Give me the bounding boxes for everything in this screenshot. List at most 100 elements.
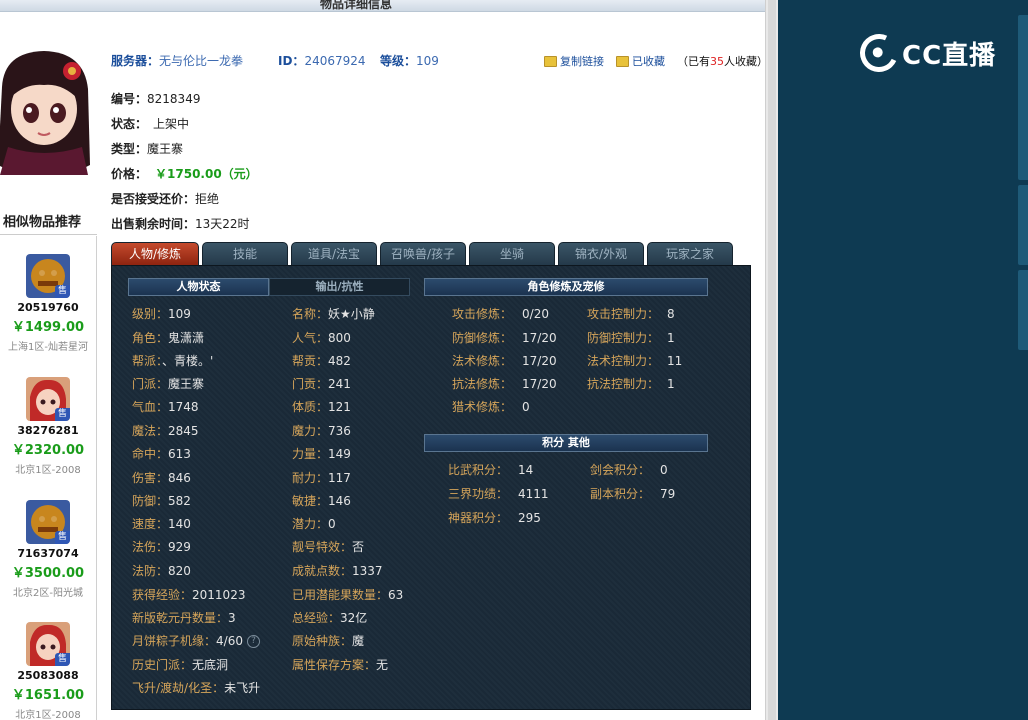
level-label: 等级： [380, 54, 417, 68]
favorite-button[interactable]: 已收藏 [616, 53, 665, 69]
similar-item-card[interactable]: 售 20519760 ￥1499.00 上海1区-灿若星河 [0, 254, 96, 353]
stream-overlay-panel: CC直播 [778, 0, 1028, 720]
stat-vanity-effect: 靓号特效：否 [292, 540, 365, 554]
stat-mooncake: 月饼粽子机缘：4/60? [132, 632, 260, 649]
cultivation-magic: 法术修炼： 17/20 [452, 354, 557, 368]
stat-attr-save: 属性保存方案：无 [292, 658, 389, 672]
type-row: 类型：魔王寨 [111, 142, 184, 156]
help-icon[interactable]: ? [246, 635, 260, 648]
type-value: 魔王寨 [147, 142, 184, 156]
section-header-status[interactable]: 人物状态 [128, 278, 269, 296]
stat-ascension: 飞升/渡劫/化圣：未飞升 [132, 681, 261, 695]
copy-link-button[interactable]: 复制链接 [544, 53, 604, 69]
cultivation-hunting: 猎术修炼： 0 [452, 400, 530, 414]
section-header-points: 积分 其他 [424, 434, 708, 452]
for-sale-badge: 售 [55, 653, 70, 666]
tab-home[interactable]: 玩家之家 [647, 242, 733, 266]
side-panel-tab[interactable] [1018, 185, 1028, 265]
stat-speed: 速度：140 [132, 517, 191, 531]
divider [96, 236, 97, 720]
item-thumbnail[interactable]: 售 [26, 500, 70, 544]
points-dungeon: 副本积分： 79 [590, 487, 676, 501]
tab-character[interactable]: 人物/修炼 [111, 242, 199, 266]
similar-item-price: ￥1651.00 [11, 688, 85, 703]
link-icon [544, 55, 557, 67]
stat-hit: 命中：613 [132, 447, 191, 461]
points-sword: 剑会积分： 0 [590, 463, 668, 477]
id-label: ID： [278, 54, 305, 68]
server-info: 服务器：无与伦比一龙拳 [111, 52, 243, 69]
server-label: 服务器： [111, 54, 160, 68]
control-defense: 防御控制力： 1 [587, 331, 675, 345]
control-magic: 法术控制力： 11 [587, 354, 683, 368]
points-pvp: 比武积分： 14 [448, 463, 534, 477]
stat-achievements: 成就点数：1337 [292, 564, 383, 578]
stat-potential: 潜力：0 [292, 517, 336, 531]
scrollbar-thumb[interactable] [768, 0, 776, 720]
similar-item-price: ￥3500.00 [11, 566, 85, 581]
stat-school-contrib: 门贡：241 [292, 377, 351, 391]
stat-school: 门派：魔王寨 [132, 377, 205, 391]
item-detail-page: 物品详细信息 相似物品推荐 售 20519760 ￥1499.00 上海1区-灿… [0, 0, 765, 720]
cc-live-logo: CC直播 [854, 28, 996, 78]
side-panel-tab[interactable] [1018, 270, 1028, 350]
for-sale-badge: 售 [55, 408, 70, 421]
cultivation-attack: 攻击修炼： 0/20 [452, 307, 549, 321]
stat-potential-fruits: 已用潜能果数量：63 [292, 588, 404, 602]
stat-hp: 气血：1748 [132, 400, 199, 414]
stat-exp-gained: 获得经验：2011023 [132, 588, 246, 602]
divider [0, 234, 97, 235]
server-value: 无与伦比一龙拳 [159, 54, 244, 68]
similar-item-id: 20519760 [17, 301, 79, 314]
for-sale-badge: 售 [55, 285, 70, 298]
section-header-output[interactable]: 输出/抗性 [269, 278, 410, 296]
item-thumbnail[interactable]: 售 [26, 254, 70, 298]
similar-item-server: 上海1区-灿若星河 [8, 342, 88, 353]
cultivation-resist: 抗法修炼： 17/20 [452, 377, 557, 391]
stat-agility: 敏捷：146 [292, 494, 351, 508]
stat-endurance: 耐力：117 [292, 471, 351, 485]
stat-qianyuan: 新版乾元丹数量：3 [132, 611, 236, 625]
price-row: 价格： ￥1750.00（元） [111, 167, 258, 181]
stat-name: 名称：妖★小静 [292, 307, 375, 321]
character-info-panel: 人物状态 输出/抗性 角色修炼及宠修 积分 其他 级别：109 角色：鬼潇潇 帮… [111, 265, 751, 710]
item-thumbnail[interactable]: 售 [26, 622, 70, 666]
tab-mounts[interactable]: 坐骑 [469, 242, 555, 266]
tab-pets[interactable]: 召唤兽/孩子 [380, 242, 466, 266]
serial-value: 8218349 [147, 92, 201, 106]
bargain-value: 拒绝 [195, 192, 220, 206]
tab-items[interactable]: 道具/法宝 [291, 242, 377, 266]
stat-guild: 帮派：、青楼。' [132, 354, 214, 368]
character-portrait-image [0, 47, 96, 177]
side-panel-tab[interactable] [1018, 110, 1028, 180]
level-info: 等级：109 [380, 52, 439, 69]
price-value: ￥1750.00（元） [155, 167, 258, 181]
bargain-row: 是否接受还价：拒绝 [111, 192, 220, 206]
page-title-bar: 物品详细信息 [0, 0, 765, 12]
tab-outfits[interactable]: 锦衣/外观 [558, 242, 644, 266]
similar-item-card[interactable]: 售 25083088 ￥1651.00 北京1区-2008 [0, 622, 96, 720]
stat-role: 角色：鬼潇潇 [132, 331, 205, 345]
cc-logo-icon [854, 28, 904, 78]
header-actions: 复制链接 已收藏 （已有35人收藏） [544, 53, 765, 69]
tab-skills[interactable]: 技能 [202, 242, 288, 266]
stat-magic: 魔力：736 [292, 424, 351, 438]
similar-item-id: 38276281 [17, 424, 79, 437]
similar-item-price: ￥1499.00 [11, 320, 85, 335]
stat-guild-contrib: 帮贡：482 [292, 354, 351, 368]
side-panel-tab[interactable] [1018, 15, 1028, 125]
stat-original-race: 原始种族：魔 [292, 634, 365, 648]
control-resist: 抗法控制力： 1 [587, 377, 675, 391]
item-thumbnail[interactable]: 售 [26, 377, 70, 421]
stat-damage: 伤害：846 [132, 471, 191, 485]
level-value: 109 [416, 54, 439, 68]
stat-strength: 力量：149 [292, 447, 351, 461]
section-header-cultivation: 角色修炼及宠修 [424, 278, 708, 296]
stat-constitution: 体质：121 [292, 400, 351, 414]
similar-item-server: 北京1区-2008 [15, 710, 81, 720]
page-scrollbar[interactable] [765, 0, 778, 720]
stat-level: 级别：109 [132, 307, 191, 321]
similar-item-card[interactable]: 售 71637074 ￥3500.00 北京2区-阳光城 [0, 500, 96, 599]
remaining-time-value: 13天22时 [195, 217, 250, 231]
similar-item-card[interactable]: 售 38276281 ￥2320.00 北京1区-2008 [0, 377, 96, 476]
